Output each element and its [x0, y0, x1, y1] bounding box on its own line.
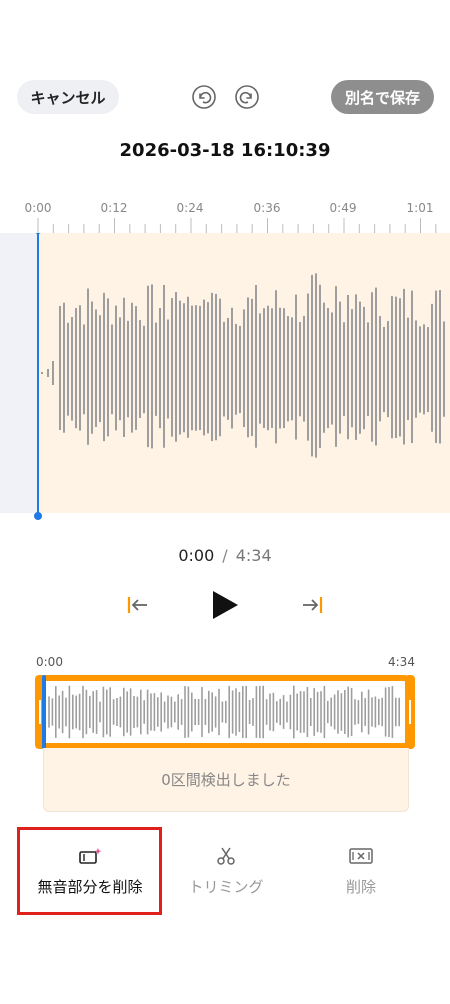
trim-label: トリミング [188, 878, 264, 896]
timeline-tick-label: 0:49 [329, 201, 357, 215]
timeline-tick-label: 0:24 [176, 201, 204, 215]
playback-time: 0:00 / 4:34 [0, 546, 450, 565]
timeline-tick-label: 0:00 [24, 201, 52, 215]
overview-playhead [42, 675, 46, 749]
jump-to-end-icon[interactable] [300, 594, 324, 616]
overview-start-label: 0:00 [36, 655, 63, 669]
total-time: 4:34 [235, 546, 272, 565]
trim-button[interactable]: トリミング [156, 846, 296, 897]
timeline-tick-label: 1:01 [406, 201, 434, 215]
save-as-button[interactable]: 別名で保存 [331, 80, 434, 114]
cancel-button[interactable]: キャンセル [17, 80, 119, 114]
overview-selection[interactable] [35, 675, 415, 749]
detection-message: 0区間検出しました [161, 771, 291, 789]
playhead-top-handle [35, 233, 41, 234]
recording-datetime: 2026-03-18 16:10:39 [119, 140, 331, 161]
overview-end-label: 4:34 [388, 655, 415, 669]
timeline-tick-label: 0:36 [253, 201, 281, 215]
timeline-ruler[interactable] [0, 216, 450, 234]
scissors-icon [217, 847, 235, 865]
detection-result-panel: 0区間検出しました [43, 748, 409, 812]
jump-to-start-icon[interactable] [126, 594, 150, 616]
undo-icon[interactable] [190, 83, 218, 111]
redo-icon[interactable] [233, 83, 261, 111]
delete-button[interactable]: 削除 [291, 846, 431, 897]
delete-label: 削除 [345, 878, 376, 896]
current-time: 0:00 [178, 546, 215, 565]
playhead-bottom-handle [34, 512, 42, 520]
highlight-frame [17, 827, 162, 915]
timeline-tick-label: 0:12 [100, 201, 128, 215]
play-icon[interactable] [210, 589, 240, 621]
overview-waveform[interactable] [35, 675, 415, 749]
waveform[interactable] [0, 233, 450, 533]
delete-clip-icon [349, 848, 373, 864]
time-separator: / [222, 546, 228, 565]
